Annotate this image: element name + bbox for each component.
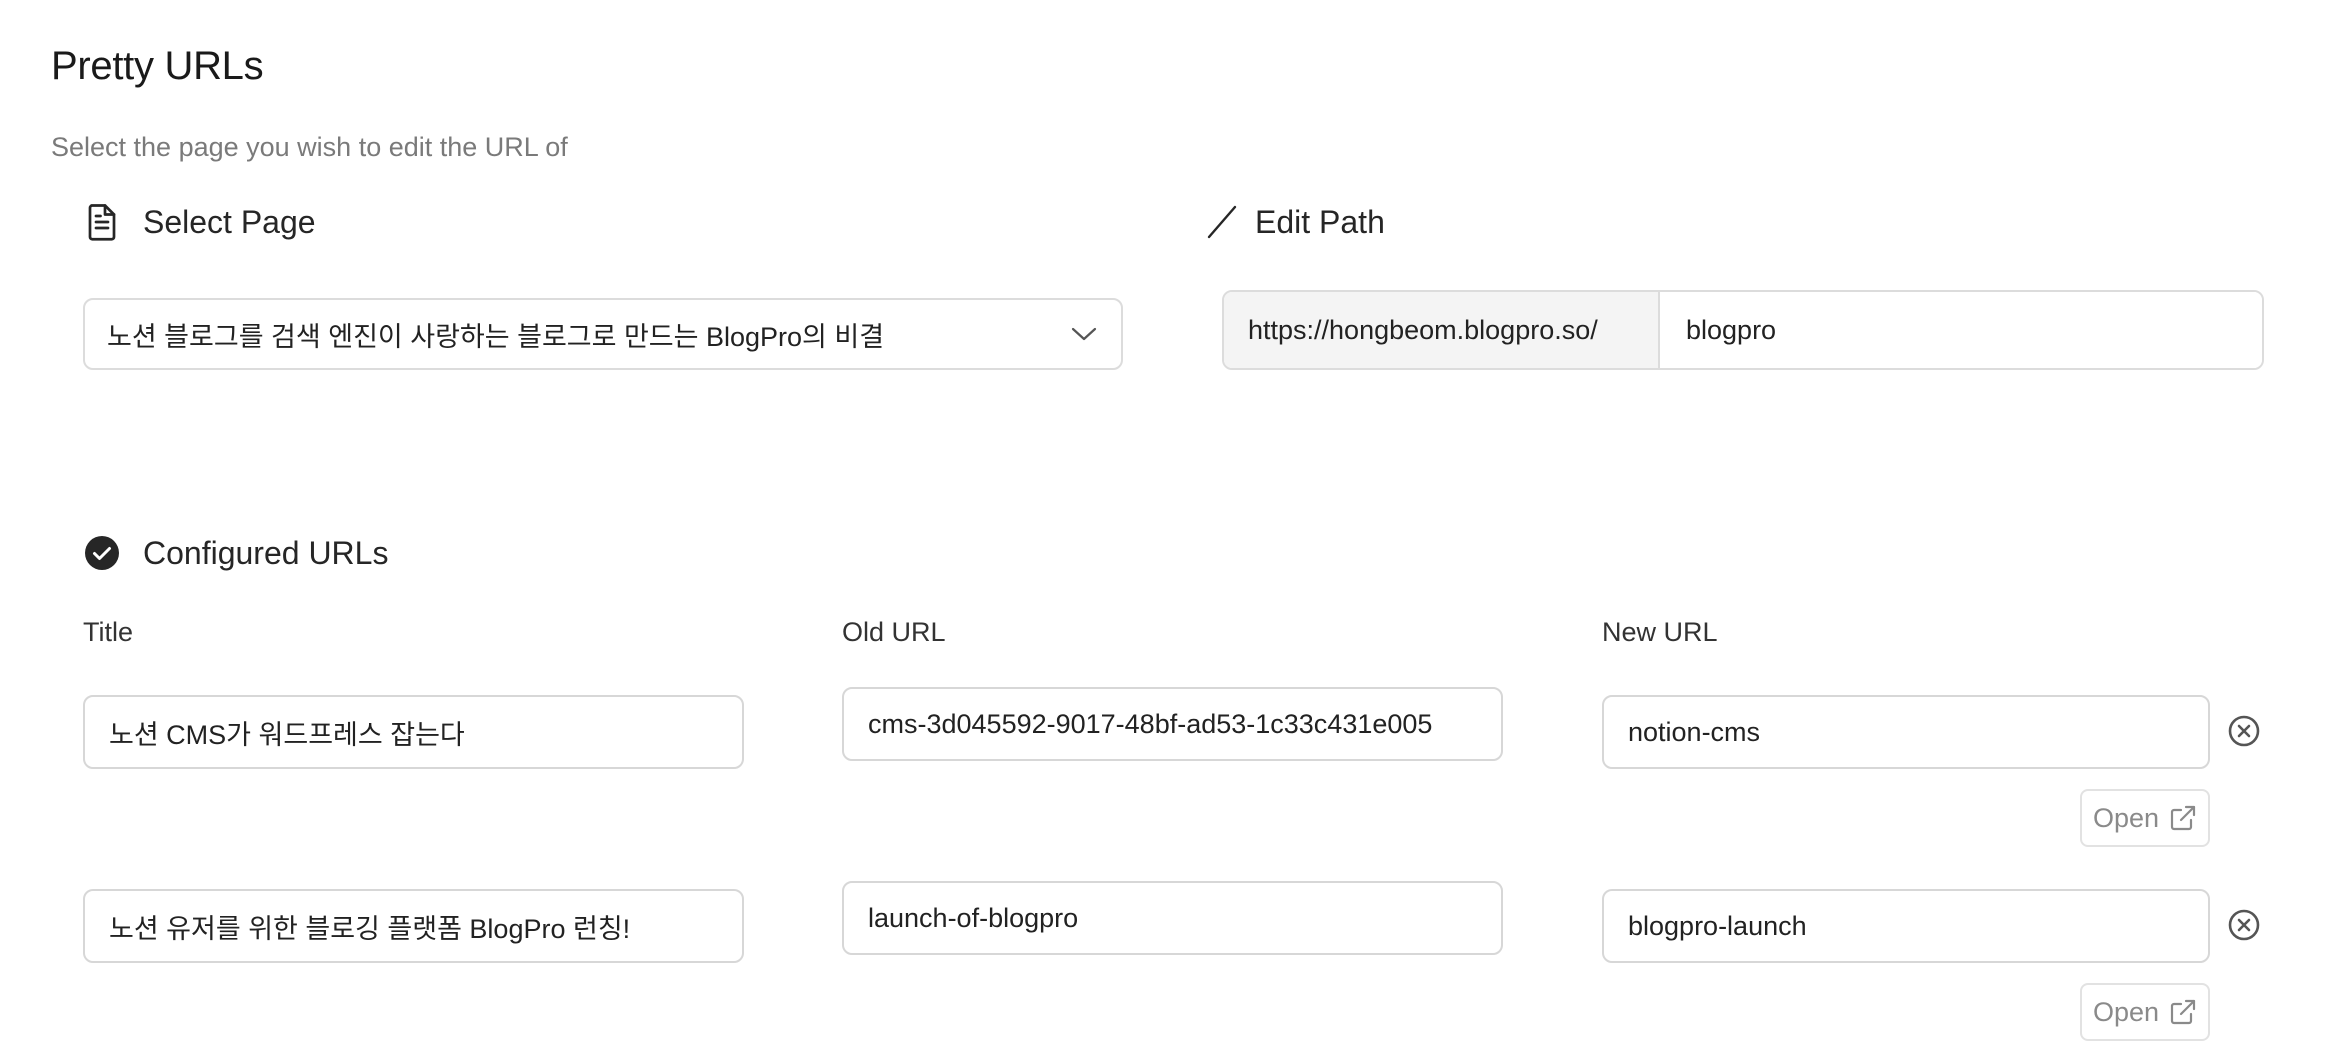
- path-input[interactable]: [1660, 292, 2262, 368]
- open-link-label: Open: [2092, 802, 2160, 833]
- close-circle-icon: [2228, 909, 2260, 941]
- chevron-down-icon: [1069, 319, 1099, 349]
- select-page-label: Select Page: [143, 203, 316, 240]
- column-header-old-url: Old URL: [842, 617, 946, 647]
- select-page-heading: Select Page: [83, 203, 316, 241]
- external-link-icon: [2170, 999, 2196, 1025]
- slash-icon: [1203, 203, 1241, 241]
- page-subtitle: Select the page you wish to edit the URL…: [51, 132, 568, 162]
- page-title: Pretty URLs: [51, 44, 264, 88]
- external-link-icon: [2170, 805, 2196, 831]
- row-new-url-input[interactable]: [1602, 889, 2210, 963]
- row-new-url-input[interactable]: [1602, 695, 2210, 769]
- remove-row-button[interactable]: [2226, 907, 2262, 943]
- row-old-url-input[interactable]: [842, 881, 1503, 955]
- page-select-value: 노션 블로그를 검색 엔진이 사랑하는 블로그로 만드는 BlogPro의 비결: [107, 321, 885, 352]
- page-select[interactable]: 노션 블로그를 검색 엔진이 사랑하는 블로그로 만드는 BlogPro의 비결: [83, 298, 1123, 370]
- path-input-group: https://hongbeom.blogpro.so/: [1222, 290, 2264, 370]
- edit-path-heading: Edit Path: [1203, 203, 1385, 241]
- check-circle-icon: [83, 534, 121, 572]
- path-prefix: https://hongbeom.blogpro.so/: [1224, 292, 1660, 368]
- row-title-input[interactable]: [83, 889, 744, 963]
- open-link-button[interactable]: Open: [2080, 983, 2210, 1041]
- edit-path-label: Edit Path: [1255, 203, 1385, 240]
- remove-row-button[interactable]: [2226, 713, 2262, 749]
- document-icon: [83, 203, 121, 241]
- row-title-input[interactable]: [83, 695, 744, 769]
- configured-urls-label: Configured URLs: [143, 534, 389, 571]
- column-header-new-url: New URL: [1602, 617, 1718, 647]
- row-old-url-input[interactable]: [842, 687, 1503, 761]
- open-link-button[interactable]: Open: [2080, 789, 2210, 847]
- open-link-label: Open: [2092, 996, 2160, 1027]
- column-header-title: Title: [83, 617, 134, 647]
- configured-urls-heading: Configured URLs: [83, 534, 388, 572]
- close-circle-icon: [2228, 715, 2260, 747]
